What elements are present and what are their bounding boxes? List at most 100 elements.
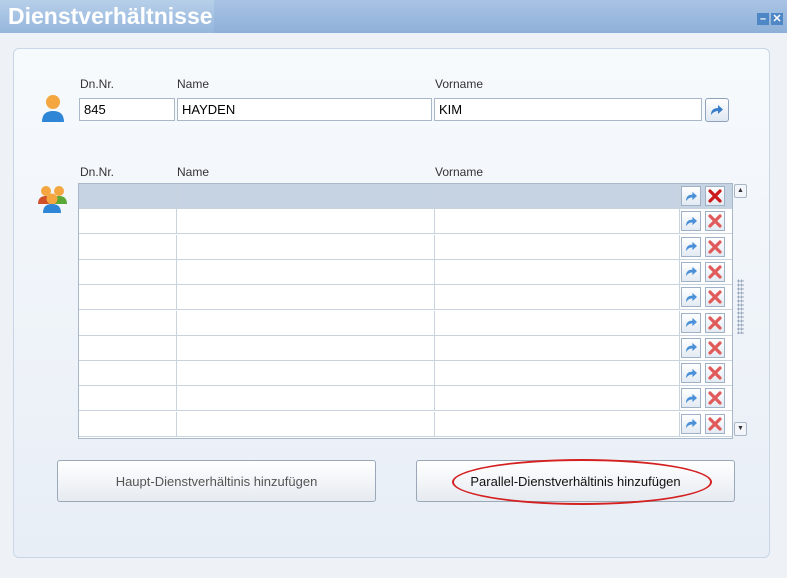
row-vorname-cell[interactable] [435,184,680,208]
row-vorname-cell[interactable] [435,234,680,259]
row-delete-button[interactable] [705,388,725,409]
row-vorname-cell[interactable] [435,411,680,436]
row-goto-button[interactable] [681,186,701,206]
row-vorname-cell[interactable] [435,310,680,335]
row-delete-button[interactable] [705,261,725,282]
arrow-forward-icon [685,368,697,378]
scroll-down-button[interactable]: ▼ [734,422,747,436]
row-name-cell[interactable] [177,386,435,411]
delete-x-icon [708,417,722,431]
current-goto-button[interactable] [705,98,729,122]
row-vorname-cell[interactable] [435,209,680,234]
list-name-header: Name [177,165,210,179]
row-vorname-cell[interactable] [435,335,680,360]
row-goto-button[interactable] [681,413,701,434]
delete-x-icon [708,391,722,405]
title-tab: Dienstverhältnisse [0,0,214,33]
arrow-forward-icon [685,343,697,353]
row-nr-cell[interactable] [79,386,177,411]
minimize-button[interactable]: – [757,13,769,25]
table-row[interactable] [79,184,732,209]
row-goto-button[interactable] [681,287,701,308]
arrow-forward-icon [685,216,697,226]
row-name-cell[interactable] [177,259,435,284]
row-goto-button[interactable] [681,261,701,282]
row-goto-button[interactable] [681,337,701,358]
arrow-forward-icon [685,242,697,252]
close-button[interactable]: ✕ [771,13,783,25]
arrow-forward-icon [685,267,697,277]
window-controls: – ✕ [755,9,783,27]
row-name-cell[interactable] [177,184,435,208]
row-name-cell[interactable] [177,209,435,234]
row-name-cell[interactable] [177,411,435,436]
table-row[interactable] [79,285,732,311]
delete-x-icon [708,315,722,330]
row-goto-button[interactable] [681,236,701,257]
arrow-forward-icon [685,393,697,403]
table-row[interactable] [79,234,732,260]
row-delete-button[interactable] [705,211,725,232]
table-row[interactable] [79,386,732,412]
row-name-cell[interactable] [177,285,435,310]
row-delete-button[interactable] [705,287,725,308]
arrow-forward-icon [685,317,697,328]
arrow-forward-icon [685,292,697,302]
current-vorname-field[interactable] [434,98,702,121]
table-row[interactable] [79,209,732,235]
table-row[interactable] [79,361,732,387]
row-nr-cell[interactable] [79,259,177,284]
current-name-field[interactable] [177,98,432,121]
row-nr-cell[interactable] [79,335,177,360]
row-nr-cell[interactable] [79,184,177,208]
scroll-grip[interactable] [737,279,744,334]
table-row[interactable] [79,411,732,437]
table-row[interactable] [79,335,732,361]
row-vorname-cell[interactable] [435,285,680,310]
row-nr-cell[interactable] [79,285,177,310]
row-delete-button[interactable] [705,363,725,384]
row-delete-button[interactable] [705,337,725,358]
current-nr-label: Dn.Nr. [80,77,115,91]
row-name-cell[interactable] [177,361,435,386]
row-goto-button[interactable] [681,211,701,232]
delete-x-icon [708,189,722,203]
list-nr-header: Dn.Nr. [80,165,115,179]
arrow-forward-icon [711,105,723,115]
row-vorname-cell[interactable] [435,361,680,386]
row-delete-button[interactable] [705,186,725,206]
current-nr-field[interactable] [79,98,175,121]
row-nr-cell[interactable] [79,361,177,386]
row-delete-button[interactable] [705,236,725,257]
group-icon [38,186,67,213]
row-delete-button[interactable] [705,413,725,434]
row-nr-cell[interactable] [79,310,177,335]
delete-x-icon [708,265,722,279]
table-row[interactable] [79,310,732,336]
delete-x-icon [708,366,722,380]
scroll-up-button[interactable]: ▲ [734,184,747,198]
grid-scrollbar[interactable]: ▲ ▼ [734,184,747,436]
row-name-cell[interactable] [177,335,435,360]
arrow-forward-icon [685,191,697,201]
delete-x-icon [708,239,722,254]
add-haupt-button[interactable]: Haupt-Dienstverhältinis hinzufügen [57,460,376,502]
delete-x-icon [708,341,722,355]
arrow-forward-icon [685,419,697,429]
row-vorname-cell[interactable] [435,259,680,284]
row-vorname-cell[interactable] [435,386,680,411]
row-goto-button[interactable] [681,363,701,384]
row-name-cell[interactable] [177,310,435,335]
row-nr-cell[interactable] [79,209,177,234]
person-icon [42,95,64,122]
row-nr-cell[interactable] [79,234,177,259]
add-parallel-button[interactable]: Parallel-Dienstverhältinis hinzufügen [416,460,735,502]
row-delete-button[interactable] [705,312,725,333]
row-goto-button[interactable] [681,388,701,409]
row-nr-cell[interactable] [79,411,177,436]
delete-x-icon [708,290,722,304]
table-row[interactable] [79,259,732,285]
row-name-cell[interactable] [177,234,435,259]
current-vorname-label: Vorname [435,77,484,91]
row-goto-button[interactable] [681,312,701,333]
